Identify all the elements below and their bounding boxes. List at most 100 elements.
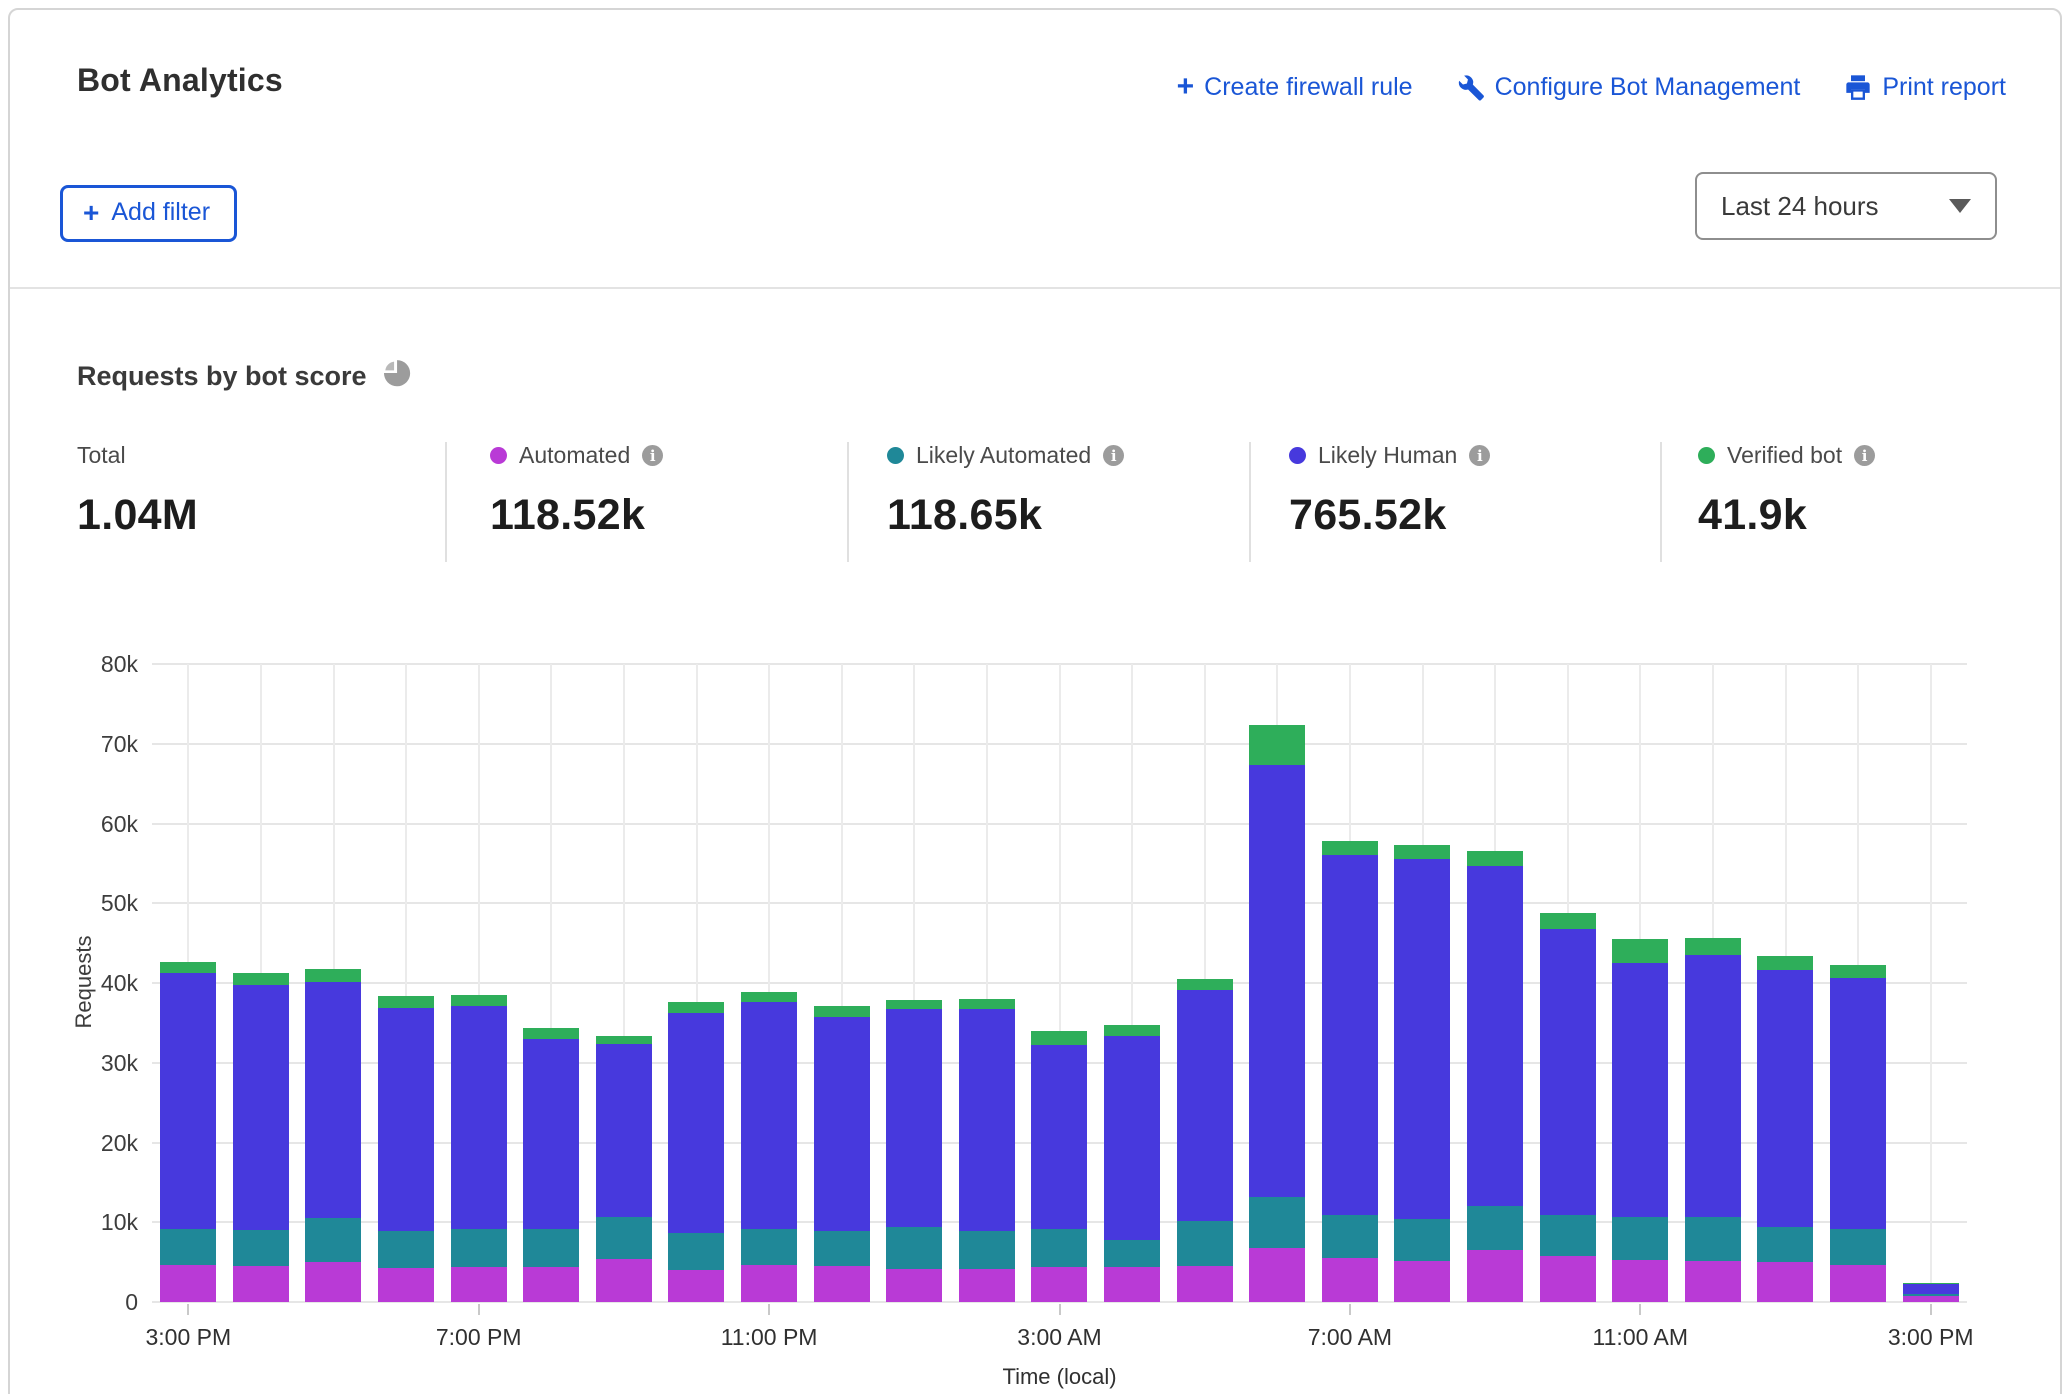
bar-stack-4-00-pm[interactable] [233, 973, 289, 1302]
segment-likely_automated [160, 1229, 216, 1265]
segment-automated [523, 1267, 579, 1302]
bar-stack-7-00-am[interactable] [1322, 841, 1378, 1302]
segment-likely_human [1685, 955, 1741, 1217]
info-icon[interactable]: i [1469, 445, 1490, 466]
x-axis-tick-label: 3:00 AM [980, 1324, 1140, 1351]
segment-likely_automated [886, 1227, 942, 1268]
stat-automated-label: Automated [519, 442, 630, 469]
bar-stack-9-00-am[interactable] [1467, 851, 1523, 1302]
plus-icon: + [83, 199, 99, 227]
bar-stack-6-00-am[interactable] [1249, 725, 1305, 1302]
info-icon[interactable]: i [642, 445, 663, 466]
bar-stack-4-00-am[interactable] [1104, 1025, 1160, 1302]
bar-stack-2-00-am[interactable] [959, 999, 1015, 1302]
bar-stack-5-00-am[interactable] [1177, 979, 1233, 1302]
segment-verified_bot [1757, 956, 1813, 970]
info-icon[interactable]: i [1854, 445, 1875, 466]
segment-automated [1757, 1262, 1813, 1302]
segment-likely_human [305, 982, 361, 1218]
stat-verified-bot-value: 41.9k [1698, 491, 1875, 540]
add-filter-button[interactable]: + Add filter [60, 185, 237, 242]
segment-likely_human [668, 1013, 724, 1233]
requests-by-bot-score-chart: Requests Time (local) 010k20k30k40k50k60… [152, 664, 1967, 1302]
segment-likely_automated [668, 1233, 724, 1270]
printer-icon [1844, 73, 1872, 101]
bar-stack-11-00-am[interactable] [1612, 939, 1668, 1302]
segment-automated [451, 1267, 507, 1302]
segment-likely_human [451, 1006, 507, 1229]
bar-slot [1096, 664, 1169, 1302]
bar-stack-3-00-pm[interactable] [160, 962, 216, 1302]
segment-automated [886, 1269, 942, 1302]
print-report-link[interactable]: Print report [1844, 73, 2006, 102]
bar-slot [1677, 664, 1750, 1302]
bar-stack-7-00-pm[interactable] [451, 995, 507, 1302]
bar-stack-10-00-am[interactable] [1540, 913, 1596, 1302]
x-axis-tick-label: 7:00 AM [1270, 1324, 1430, 1351]
bar-stack-2-00-pm[interactable] [1830, 965, 1886, 1302]
segment-likely_automated [1830, 1229, 1886, 1265]
segment-likely_automated [959, 1231, 1015, 1268]
bar-slot [1314, 664, 1387, 1302]
bar-stack-11-00-pm[interactable] [741, 992, 797, 1302]
bar-stack-3-00-am[interactable] [1031, 1031, 1087, 1302]
segment-likely_automated [378, 1231, 434, 1268]
segment-likely_automated [233, 1230, 289, 1266]
segment-likely_automated [596, 1217, 652, 1259]
time-range-value: Last 24 hours [1721, 191, 1879, 222]
print-report-label: Print report [1882, 73, 2006, 102]
section-title-text: Requests by bot score [77, 361, 367, 392]
create-firewall-rule-link[interactable]: + Create firewall rule [1177, 72, 1413, 102]
segment-likely_automated [523, 1229, 579, 1267]
x-axis-tick-label: 3:00 PM [1851, 1324, 2011, 1351]
segment-likely_human [1612, 963, 1668, 1217]
segment-verified_bot [451, 995, 507, 1006]
bar-slot [1023, 664, 1096, 1302]
bar-stack-1-00-pm[interactable] [1757, 956, 1813, 1302]
automated-dot-icon [490, 447, 507, 464]
bar-stack-5-00-pm[interactable] [305, 969, 361, 1302]
time-range-dropdown[interactable]: Last 24 hours [1695, 172, 1997, 240]
bot-analytics-screen: Bot Analytics + Create firewall rule Con… [0, 0, 2070, 1394]
bar-stack-10-00-pm[interactable] [668, 1002, 724, 1302]
segment-verified_bot [1031, 1031, 1087, 1045]
stat-automated: Automated i 118.52k [490, 442, 663, 540]
segment-likely_automated [1612, 1217, 1668, 1259]
segment-likely_human [1394, 859, 1450, 1219]
segment-likely_automated [1322, 1215, 1378, 1258]
bar-slot [1168, 664, 1241, 1302]
segment-likely_human [1031, 1045, 1087, 1228]
bar-stack-9-00-pm[interactable] [596, 1036, 652, 1302]
x-axis-title: Time (local) [152, 1364, 1967, 1390]
x-axis-tick-label: 11:00 PM [689, 1324, 849, 1351]
bar-slot [1241, 664, 1314, 1302]
bar-slot [805, 664, 878, 1302]
segment-verified_bot [378, 996, 434, 1008]
bar-slot [951, 664, 1024, 1302]
bar-stack-3-00-pm[interactable] [1903, 1283, 1959, 1302]
stat-verified-bot-label: Verified bot [1727, 442, 1842, 469]
segment-automated [959, 1269, 1015, 1302]
bar-stack-8-00-am[interactable] [1394, 845, 1450, 1302]
segment-likely_automated [1177, 1221, 1233, 1266]
info-icon[interactable]: i [1103, 445, 1124, 466]
bar-stack-12-00-am[interactable] [814, 1006, 870, 1302]
segment-likely_human [160, 973, 216, 1230]
create-firewall-rule-label: Create firewall rule [1204, 73, 1412, 102]
bar-stack-8-00-pm[interactable] [523, 1028, 579, 1302]
stat-likely-human-value: 765.52k [1289, 491, 1490, 540]
y-axis-tick-label: 60k [74, 811, 138, 838]
y-axis-tick-label: 80k [74, 651, 138, 678]
stat-total-value: 1.04M [77, 491, 198, 540]
bar-stack-1-00-am[interactable] [886, 1000, 942, 1302]
segment-verified_bot [1540, 913, 1596, 929]
x-axis-tick-mark [187, 1304, 189, 1315]
header-actions: + Create firewall rule Configure Bot Man… [1177, 72, 2006, 102]
configure-bot-management-link[interactable]: Configure Bot Management [1457, 73, 1801, 102]
segment-automated [233, 1266, 289, 1302]
x-axis-tick-mark [1349, 1304, 1351, 1315]
bar-stack-12-00-pm[interactable] [1685, 938, 1741, 1302]
segment-likely_human [1322, 855, 1378, 1215]
x-axis-tick-mark [768, 1304, 770, 1315]
bar-stack-6-00-pm[interactable] [378, 996, 434, 1302]
